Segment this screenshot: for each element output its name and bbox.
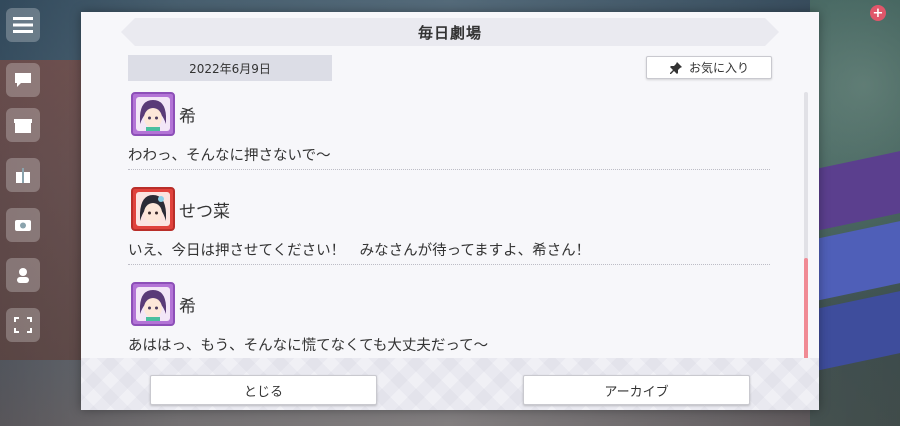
character-icon[interactable] <box>6 258 40 292</box>
menu-icon[interactable] <box>6 8 40 42</box>
entry-divider <box>128 264 770 265</box>
avatar-setsuna <box>131 187 175 231</box>
speaker-name: 希 <box>179 297 196 317</box>
pin-icon <box>669 61 682 74</box>
close-button[interactable]: とじる <box>150 375 377 405</box>
avatar-nozomi <box>131 92 175 136</box>
camera-icon[interactable] <box>6 208 40 242</box>
dialogue-entry: 希 あははっ、もう、そんなに慌てなくても大丈夫だって～ <box>128 282 770 362</box>
dialogue-text: いえ、今日は押させてください！ みなさんが待ってますよ、希さん！ <box>128 243 591 259</box>
avatar-face-icon <box>136 287 170 321</box>
speaker-name: せつ菜 <box>179 202 230 222</box>
avatar-face-icon <box>136 97 170 131</box>
dialogue-entry: せつ菜 いえ、今日は押させてください！ みなさんが待ってますよ、希さん！ <box>128 187 770 267</box>
favorite-label: お気に入り <box>688 61 749 75</box>
scrollbar[interactable] <box>804 92 808 368</box>
dialog-title: 毎日劇場 <box>417 23 482 42</box>
close-label: とじる <box>243 384 283 400</box>
daily-theater-dialog: 毎日劇場 2022年6月9日 お気に入り 希 わわっ、そんなに押さないで～ せつ… <box>81 12 819 410</box>
dialogue-text: わわっ、そんなに押さないで～ <box>128 148 331 164</box>
fullscreen-icon[interactable] <box>6 308 40 342</box>
entry-divider <box>128 169 770 170</box>
dialog-title-bar: 毎日劇場 <box>121 18 779 46</box>
gift-icon[interactable] <box>6 158 40 192</box>
chat-icon[interactable] <box>6 63 40 97</box>
date-tab: 2022年6月9日 <box>128 55 332 81</box>
scrollbar-thumb[interactable] <box>804 257 808 368</box>
dialogue-text: あははっ、もう、そんなに慌てなくても大丈夫だって～ <box>128 338 489 354</box>
dialogue-entry: 希 わわっ、そんなに押さないで～ <box>128 92 770 172</box>
speaker-name: 希 <box>179 107 196 127</box>
present-icon[interactable] <box>6 108 40 142</box>
date-label: 2022年6月9日 <box>189 61 271 76</box>
avatar-face-icon <box>136 192 170 226</box>
avatar-nozomi <box>131 282 175 326</box>
archive-label: アーカイブ <box>604 384 669 400</box>
plus-icon[interactable]: + <box>870 5 886 21</box>
favorite-button[interactable]: お気に入り <box>646 56 772 79</box>
archive-button[interactable]: アーカイブ <box>523 375 750 405</box>
